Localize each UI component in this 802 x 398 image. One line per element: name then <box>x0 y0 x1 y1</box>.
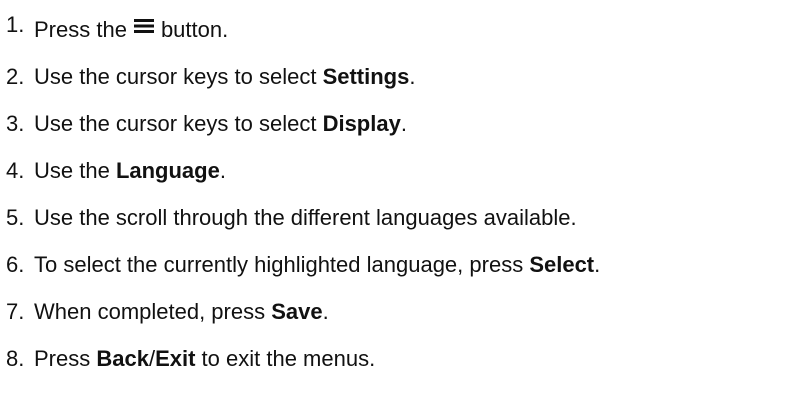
step-8: 8. Press Back / Exit to exit the menus. <box>0 339 375 379</box>
step-text: Use the scroll through the different lan… <box>34 205 577 230</box>
step-text: . <box>400 111 407 136</box>
step-text: Press <box>34 346 97 371</box>
step-text: to exit the menus. <box>195 346 376 371</box>
step-number: 8. <box>6 346 25 371</box>
step-3: 3. Use the cursor keys to select Display… <box>0 104 407 144</box>
step-number: 4. <box>6 158 25 183</box>
keyword: Display <box>322 111 401 136</box>
keyword: Settings <box>322 64 410 89</box>
step-text: Use the cursor keys to select <box>34 64 323 89</box>
instruction-list: 1. Press the button. 2. Use the cursor k… <box>0 0 802 398</box>
step-text: . <box>322 299 329 324</box>
step-1: 1. Press the button. <box>0 10 228 50</box>
step-number: 7. <box>6 299 25 324</box>
step-number: 1. <box>6 12 25 37</box>
step-7: 7. When completed, press Save. <box>0 292 329 332</box>
step-text: To select the currently highlighted lang… <box>34 252 530 277</box>
step-number: 2. <box>6 64 25 89</box>
menu-icon <box>133 19 154 33</box>
step-text: . <box>594 252 601 277</box>
step-text: . <box>409 64 416 89</box>
step-2: 2. Use the cursor keys to select Setting… <box>0 57 415 97</box>
step-text: Use the cursor keys to select <box>34 111 323 136</box>
step-text: button. <box>160 17 229 42</box>
keyword: Exit <box>155 346 196 371</box>
keyword: Back <box>96 346 149 371</box>
step-text: . <box>219 158 226 183</box>
step-4: 4. Use the Language. <box>0 151 226 191</box>
step-number: 5. <box>6 205 25 230</box>
step-text: Use the <box>34 158 116 183</box>
keyword: Select <box>529 252 595 277</box>
step-5: 5. Use the scroll through the different … <box>0 198 577 238</box>
step-6: 6. To select the currently highlighted l… <box>0 245 600 285</box>
step-number: 3. <box>6 111 25 136</box>
keyword: Language <box>115 158 220 183</box>
keyword: Save <box>271 299 323 324</box>
step-text: When completed, press <box>34 299 272 324</box>
step-number: 6. <box>6 252 25 277</box>
step-text: Press the <box>34 17 127 42</box>
